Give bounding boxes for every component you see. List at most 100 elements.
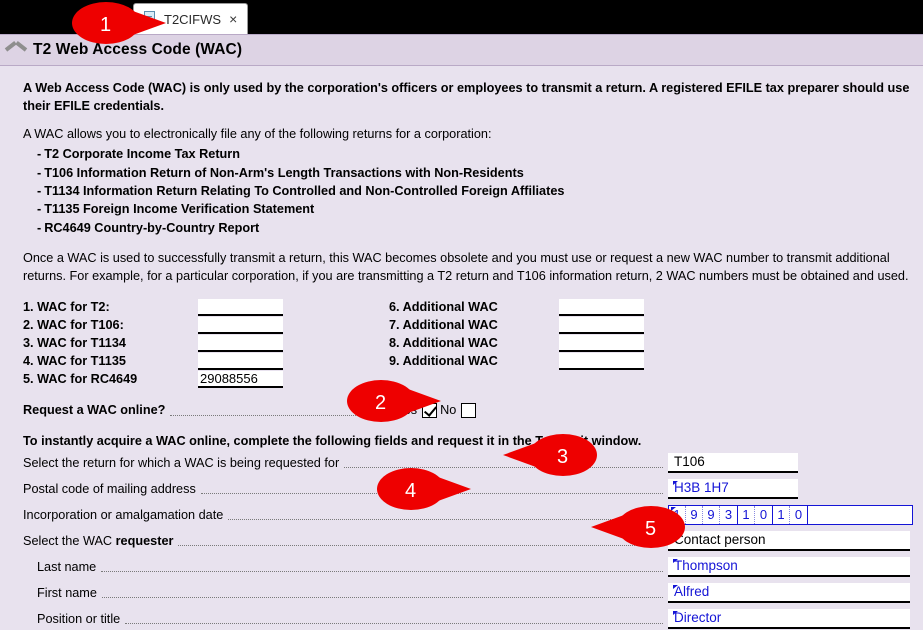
wac-input-t2[interactable] (198, 298, 283, 316)
last-name-label: Last name (37, 559, 97, 574)
requester-select-input[interactable] (668, 530, 910, 551)
date-cell: 3 (724, 506, 733, 522)
list-item: - RC4649 Country-by-Country Report (37, 220, 260, 235)
instruction-text: To instantly acquire a WAC online, compl… (23, 434, 642, 449)
yes-checkbox[interactable] (422, 402, 438, 418)
list-item-label: T1134 Information Return Relating To Con… (44, 183, 565, 198)
wac-label-9: 9. Additional WAC (389, 354, 498, 369)
wac-input-additional-7[interactable] (559, 316, 644, 334)
field-row-incorporation-date: Incorporation or amalgamation date 1 9 9… (23, 503, 913, 526)
close-icon[interactable]: × (228, 12, 238, 26)
wac-label-3: 3. WAC for T1134 (23, 336, 126, 351)
postal-code-label: Postal code of mailing address (23, 481, 196, 496)
request-wac-online-label: Request a WAC online? (23, 403, 166, 418)
wac-label-8: 8. Additional WAC (389, 336, 498, 351)
first-name-wrap (668, 582, 913, 603)
last-name-wrap (668, 556, 913, 577)
list-item-label: RC4649 Country-by-Country Report (44, 220, 260, 235)
wac-column-right: 6. Additional WAC 7. Additional WAC 8. A… (389, 298, 644, 370)
intro-list-lead: A WAC allows you to electronically file … (23, 127, 492, 142)
date-group-month: 1 0 (738, 505, 773, 524)
wac-label-1: 1. WAC for T2: (23, 300, 110, 315)
list-item-label: T1135 Foreign Income Verification Statem… (44, 202, 315, 217)
field-row-postal-code: Postal code of mailing address (23, 477, 913, 500)
dot-leader (170, 405, 389, 416)
last-name-input[interactable] (668, 556, 910, 577)
field-row-first-name: First name (23, 581, 913, 604)
position-label: Position or title (37, 611, 121, 626)
list-item: - T2 Corporate Income Tax Return (37, 147, 240, 162)
dot-leader (200, 483, 663, 495)
request-fields-block: Select the return for which a WAC is bei… (23, 451, 913, 630)
date-group-year: 1 9 9 3 (669, 505, 738, 524)
wac-input-additional-6[interactable] (559, 298, 644, 316)
position-input[interactable] (668, 608, 910, 629)
return-select-input[interactable] (668, 452, 798, 473)
first-name-input[interactable] (668, 582, 910, 603)
wac-label-5: 5. WAC for RC4649 (23, 372, 138, 387)
dot-leader (125, 613, 663, 625)
chevron-up-icon[interactable] (6, 43, 26, 57)
wac-input-t106[interactable] (198, 316, 283, 334)
incorporation-date-input[interactable]: 1 9 9 3 1 0 1 0 (668, 504, 913, 525)
requester-select-label: Select the WAC requester (23, 534, 173, 548)
first-name-label: First name (37, 585, 97, 600)
wac-row-7: 7. Additional WAC (389, 316, 644, 334)
date-cell: 0 (794, 506, 803, 522)
wac-number-grid: 1. WAC for T2: 2. WAC for T106: 3. WAC f… (23, 298, 913, 388)
tab-strip: T2CIFWS × (0, 0, 923, 34)
return-select-wrap (668, 452, 913, 473)
postal-code-input[interactable] (668, 478, 798, 499)
wac-row-3: 3. WAC for T1134 (23, 334, 283, 352)
wac-label-7: 7. Additional WAC (389, 318, 498, 333)
list-item: - T1134 Information Return Relating To Co… (37, 183, 565, 198)
wac-input-t1134[interactable] (198, 334, 283, 352)
field-row-return-select: Select the return for which a WAC is bei… (23, 451, 913, 474)
requester-label-bold: requester (115, 533, 174, 548)
document-icon (144, 11, 157, 27)
return-select-label: Select the return for which a WAC is bei… (23, 455, 340, 470)
yes-label: Yes (396, 403, 418, 418)
date-cell: 9 (686, 505, 703, 524)
wac-row-5: 5. WAC for RC4649 (23, 370, 283, 388)
field-row-requester-select: Select the WAC requester (23, 529, 913, 552)
wac-row-1: 1. WAC for T2: (23, 298, 283, 316)
wac-row-6: 6. Additional WAC (389, 298, 644, 316)
incorporation-date-wrap: 1 9 9 3 1 0 1 0 (668, 504, 913, 525)
wac-label-6: 6. Additional WAC (389, 300, 498, 315)
field-row-position: Position or title (23, 607, 913, 630)
wac-row-9: 9. Additional WAC (389, 352, 644, 370)
wac-input-rc4649[interactable] (198, 370, 283, 388)
date-cell: 9 (703, 505, 720, 524)
wac-label-2: 2. WAC for T106: (23, 318, 124, 333)
dot-leader (101, 587, 663, 599)
requester-label-prefix: Select the WAC (23, 533, 116, 548)
no-checkbox[interactable] (461, 402, 477, 418)
incorporation-date-label: Incorporation or amalgamation date (23, 507, 224, 522)
wac-label-4: 4. WAC for T1135 (23, 354, 126, 369)
obsolete-note-paragraph: Once a WAC is used to successfully trans… (23, 251, 909, 284)
returns-list: - T2 Corporate Income Tax Return - T106 In… (23, 145, 913, 237)
no-label: No (440, 403, 457, 418)
dot-leader (344, 457, 663, 469)
list-item-label: T106 Information Return of Non-Arm's Len… (44, 165, 524, 180)
wac-input-additional-8[interactable] (559, 334, 644, 352)
tab-label: T2CIFWS (164, 11, 222, 27)
wac-row-2: 2. WAC for T106: (23, 316, 283, 334)
date-cell: 0 (759, 506, 768, 522)
date-group-day: 1 0 (773, 505, 808, 524)
request-wac-online-row: Request a WAC online? Yes No (23, 400, 913, 420)
wac-row-8: 8. Additional WAC (389, 334, 644, 352)
requester-select-wrap (668, 530, 913, 551)
list-item-label: T2 Corporate Income Tax Return (44, 147, 240, 162)
dot-leader (228, 509, 663, 521)
form-header: T2 Web Access Code (WAC) (0, 34, 923, 66)
postal-code-wrap (668, 478, 913, 499)
tab-t2cifws[interactable]: T2CIFWS × (133, 3, 249, 34)
intro-bold-paragraph: A Web Access Code (WAC) is only used by … (23, 81, 910, 114)
position-wrap (668, 608, 913, 629)
wac-input-additional-9[interactable] (559, 352, 644, 370)
dot-leader (101, 561, 663, 573)
dot-leader (178, 535, 663, 547)
wac-input-t1135[interactable] (198, 352, 283, 370)
